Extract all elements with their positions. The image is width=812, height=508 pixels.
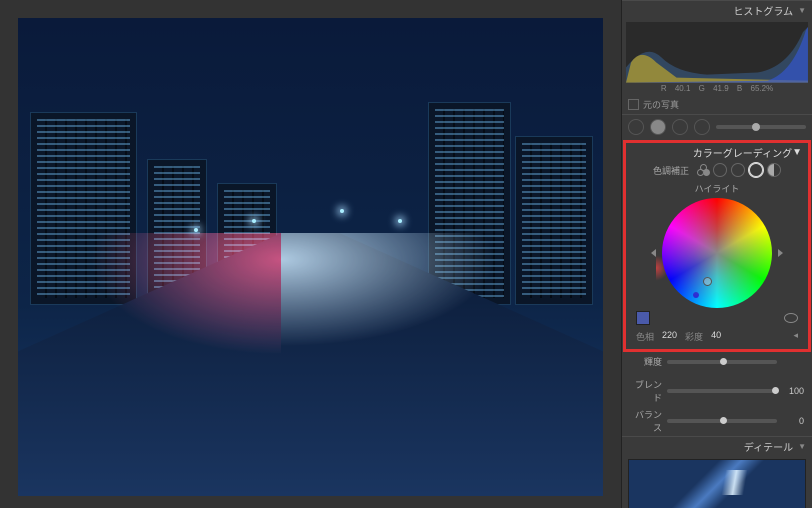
color-wheel[interactable]	[662, 198, 772, 308]
histogram-graph[interactable]	[626, 22, 808, 82]
tone-dot-active[interactable]	[650, 119, 666, 135]
detail-header[interactable]: ディテール ▼	[622, 436, 812, 456]
checkbox-icon	[628, 99, 639, 110]
tone-slider[interactable]	[716, 125, 806, 129]
rgb-readout: R 40.1 G 41.9 B 65.2%	[622, 82, 812, 95]
midtones-wheel-icon[interactable]	[731, 163, 745, 177]
tone-dot[interactable]	[672, 119, 688, 135]
histogram-header[interactable]: ヒストグラム ▼	[622, 0, 812, 20]
tone-dot[interactable]	[628, 119, 644, 135]
tone-dot[interactable]	[694, 119, 710, 135]
chevron-down-icon: ▼	[792, 147, 802, 158]
next-region-button[interactable]	[778, 249, 783, 257]
color-swatch[interactable]	[636, 311, 650, 325]
color-grading-panel: カラーグレーディング ▼ 色調補正 ハイライト	[623, 140, 811, 352]
global-wheel-icon[interactable]	[767, 163, 781, 177]
shadows-wheel-icon[interactable]	[713, 163, 727, 177]
blend-slider[interactable]: ブレンド 100	[622, 376, 812, 406]
detail-thumbnail[interactable]	[628, 459, 806, 508]
original-photo-toggle[interactable]: 元の写真	[622, 95, 812, 114]
chevron-down-icon: ▼	[798, 6, 806, 15]
luminance-slider[interactable]: 輝度	[622, 353, 812, 370]
right-panel: ヒストグラム ▼ R 40.1 G 41.9 B 65.2% 元の写真	[621, 0, 812, 508]
photo-preview[interactable]	[18, 18, 603, 496]
tone-strip[interactable]	[622, 114, 812, 139]
region-selector: 色調補正	[626, 161, 808, 179]
preview-area	[0, 0, 621, 508]
color-wheel-handle[interactable]	[703, 277, 712, 286]
region-label: ハイライト	[626, 179, 808, 198]
three-way-icon[interactable]	[697, 164, 709, 176]
balance-slider[interactable]: バランス 0	[622, 406, 812, 436]
color-wheel-point	[693, 292, 699, 298]
highlights-wheel-icon[interactable]	[749, 163, 763, 177]
chevron-left-icon: ◂	[793, 330, 798, 343]
eye-icon[interactable]	[784, 313, 798, 323]
hue-sat-values: 色相220 彩度40 ◂	[626, 328, 808, 345]
histogram-title: ヒストグラム	[733, 3, 793, 18]
chevron-down-icon: ▼	[798, 442, 806, 451]
color-grading-header[interactable]: カラーグレーディング ▼	[626, 143, 808, 161]
